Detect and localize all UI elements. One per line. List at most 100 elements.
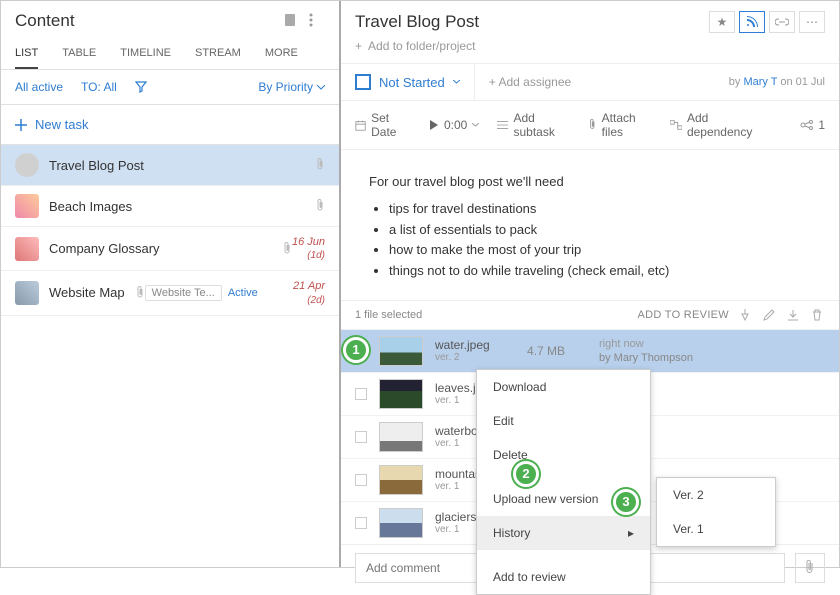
file-checkbox[interactable] <box>355 517 367 529</box>
add-to-review-button[interactable]: ADD TO REVIEW <box>637 309 729 321</box>
avatar <box>15 237 39 261</box>
task-row-beach-images[interactable]: Beach Images <box>1 186 339 227</box>
share-count-value: 1 <box>818 118 825 132</box>
more-button[interactable]: ⋯ <box>799 11 825 33</box>
file-name: water.jpeg <box>435 338 515 352</box>
tab-table[interactable]: TABLE <box>62 41 96 69</box>
file-size: 4.7 MB <box>527 344 587 358</box>
task-title: Travel Blog Post <box>355 12 709 32</box>
set-date-button[interactable]: Set Date <box>355 111 411 139</box>
sort-label: By Priority <box>258 80 313 94</box>
attach-label: Attach files <box>602 111 652 139</box>
file-thumbnail <box>379 379 423 409</box>
avatar <box>15 153 39 177</box>
new-task-button[interactable]: New task <box>1 105 339 145</box>
info-icon[interactable] <box>283 13 299 29</box>
filter-to-all[interactable]: TO: All <box>81 80 117 94</box>
attachment-icon <box>588 118 597 132</box>
add-to-folder[interactable]: + Add to folder/project <box>341 39 839 64</box>
star-button[interactable]: ★ <box>709 11 735 33</box>
attach-files-button[interactable]: Attach files <box>588 111 652 139</box>
task-row-glossary[interactable]: Company Glossary 16 Jun (1d) <box>1 227 339 271</box>
author-link[interactable]: Mary T <box>743 76 777 88</box>
desc-item: things not to do while traveling (check … <box>389 261 811 282</box>
task-name: Company Glossary <box>49 241 278 256</box>
status-checkbox-icon <box>355 74 371 90</box>
dependency-icon <box>670 120 682 130</box>
tab-more[interactable]: MORE <box>265 41 298 69</box>
plus-icon: + <box>355 39 362 53</box>
task-status: Active <box>228 287 258 299</box>
task-row-website-map[interactable]: Website Map Website Te... Active 21 Apr … <box>1 271 339 315</box>
attachment-icon <box>315 158 325 172</box>
task-date: 21 Apr <box>293 279 325 293</box>
task-folder-tag[interactable]: Website Te... <box>145 285 222 301</box>
sort-priority[interactable]: By Priority <box>258 80 325 94</box>
set-date-label: Set Date <box>371 111 411 139</box>
add-subtask-button[interactable]: Add subtask <box>497 111 570 139</box>
assignee-label: Add assignee <box>498 75 571 89</box>
play-icon <box>429 120 439 130</box>
attachment-icon <box>135 286 145 300</box>
timer-label: 0:00 <box>444 118 467 132</box>
task-meta: 16 Jun (1d) <box>292 235 325 262</box>
task-list: Travel Blog Post Beach Images Company Gl… <box>1 145 339 567</box>
add-dependency-button[interactable]: Add dependency <box>670 111 764 139</box>
ctx-download[interactable]: Download <box>477 370 650 404</box>
file-thumbnail <box>379 336 423 366</box>
history-ver-2[interactable]: Ver. 2 <box>657 478 775 512</box>
add-subtask-label: Add subtask <box>514 111 571 139</box>
ctx-history-label: History <box>493 526 530 540</box>
content-title: Content <box>15 11 273 31</box>
status-selector[interactable]: Not Started <box>341 64 475 100</box>
right-panel: Travel Blog Post ★ ⋯ + Add to folder/pro… <box>341 1 839 567</box>
plus-icon <box>15 119 27 131</box>
history-ver-1[interactable]: Ver. 1 <box>657 512 775 546</box>
more-icon[interactable] <box>309 13 325 29</box>
calendar-icon <box>355 119 366 132</box>
new-task-label: New task <box>35 117 88 132</box>
file-thumbnail <box>379 465 423 495</box>
delete-icon[interactable] <box>811 309 825 321</box>
chevron-down-icon <box>472 123 479 127</box>
share-count[interactable]: 1 <box>800 118 825 132</box>
ctx-history[interactable]: History ▸ <box>477 516 650 550</box>
files-toolbar: 1 file selected ADD TO REVIEW <box>341 301 839 329</box>
file-row-water[interactable]: water.jpeg ver. 2 4.7 MB right now by Ma… <box>341 329 839 372</box>
ctx-add-to-review[interactable]: Add to review <box>477 560 650 594</box>
file-by: by Mary Thompson <box>599 351 693 365</box>
ctx-edit[interactable]: Edit <box>477 404 650 438</box>
ctx-delete[interactable]: Delete <box>477 438 650 472</box>
feed-button[interactable] <box>739 11 765 33</box>
history-submenu: Ver. 2 Ver. 1 <box>656 477 776 547</box>
chevron-down-icon <box>453 80 460 84</box>
callout-2: 2 <box>513 461 539 487</box>
timer-button[interactable]: 0:00 <box>429 118 479 132</box>
task-toolbar: Set Date 0:00 Add subtask Attach files A… <box>341 101 839 150</box>
tab-stream[interactable]: STREAM <box>195 41 241 69</box>
file-checkbox[interactable] <box>355 474 367 486</box>
avatar <box>15 281 39 305</box>
filter-icon[interactable] <box>135 81 147 93</box>
tab-timeline[interactable]: TIMELINE <box>120 41 171 69</box>
file-checkbox[interactable] <box>355 388 367 400</box>
attachment-icon <box>282 242 292 256</box>
file-checkbox[interactable] <box>355 431 367 443</box>
task-name: Beach Images <box>49 199 311 214</box>
task-description[interactable]: For our travel blog post we'll need tips… <box>341 150 839 301</box>
pin-icon[interactable] <box>739 309 753 321</box>
tab-list[interactable]: LIST <box>15 41 38 69</box>
task-duration: (2d) <box>293 294 325 307</box>
view-tabs: LIST TABLE TIMELINE STREAM MORE <box>1 37 339 70</box>
link-button[interactable] <box>769 11 795 33</box>
filter-all-active[interactable]: All active <box>15 80 63 94</box>
desc-intro: For our travel blog post we'll need <box>369 172 811 193</box>
share-icon <box>800 120 814 130</box>
file-when: right now <box>599 337 693 351</box>
file-thumbnail <box>379 422 423 452</box>
edit-icon[interactable] <box>763 309 777 321</box>
add-assignee[interactable]: + Add assignee <box>475 65 715 99</box>
download-icon[interactable] <box>787 309 801 321</box>
task-row-travel-blog[interactable]: Travel Blog Post <box>1 145 339 186</box>
task-name: Travel Blog Post <box>49 158 311 173</box>
